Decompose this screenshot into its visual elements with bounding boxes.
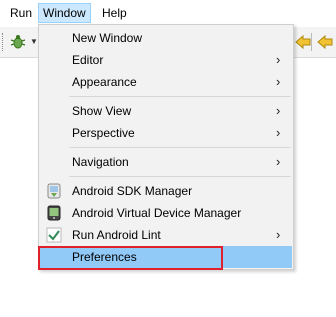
menu-item-run-android-lint[interactable]: Run Android Lint › bbox=[40, 224, 292, 246]
android-avd-icon bbox=[47, 205, 61, 221]
menu-item-android-sdk-manager[interactable]: Android SDK Manager bbox=[40, 180, 292, 202]
preferences-callout-box bbox=[38, 246, 223, 270]
toolbar-grip bbox=[2, 33, 5, 51]
back-arrow-icon[interactable] bbox=[294, 34, 312, 50]
menu-item-label: Show View bbox=[72, 104, 132, 118]
submenu-arrow-icon: › bbox=[276, 52, 281, 67]
menu-item-label: Android Virtual Device Manager bbox=[72, 206, 242, 220]
menu-separator bbox=[69, 176, 291, 177]
menu-run[interactable]: Run bbox=[6, 4, 36, 22]
window-menu-dropdown: New Window Editor › Appearance › Show Vi… bbox=[38, 24, 294, 270]
forward-arrow-icon[interactable] bbox=[316, 34, 334, 50]
submenu-arrow-icon: › bbox=[276, 227, 281, 242]
menu-item-label: Appearance bbox=[72, 75, 137, 89]
menu-item-label: Perspective bbox=[72, 126, 135, 140]
menu-item-appearance[interactable]: Appearance › bbox=[40, 71, 292, 93]
submenu-arrow-icon: › bbox=[276, 103, 281, 118]
menu-help[interactable]: Help bbox=[98, 4, 131, 22]
toolbar-divider bbox=[311, 33, 312, 51]
menu-item-label: New Window bbox=[72, 31, 143, 45]
menu-item-label: Run Android Lint bbox=[72, 228, 161, 242]
menu-item-android-avd-manager[interactable]: Android Virtual Device Manager bbox=[40, 202, 292, 224]
menu-bar: Run Window Help bbox=[0, 0, 336, 24]
dropdown-arrow-icon[interactable]: ▼ bbox=[30, 37, 38, 46]
menu-item-label: Editor bbox=[72, 53, 104, 67]
menu-item-navigation[interactable]: Navigation › bbox=[40, 151, 292, 173]
menu-item-perspective[interactable]: Perspective › bbox=[40, 122, 292, 144]
submenu-arrow-icon: › bbox=[276, 74, 281, 89]
menu-window[interactable]: Window bbox=[38, 3, 91, 23]
submenu-arrow-icon: › bbox=[276, 154, 281, 169]
android-sdk-icon bbox=[47, 183, 61, 199]
menu-item-label: Android SDK Manager bbox=[72, 184, 193, 198]
submenu-arrow-icon: › bbox=[276, 125, 281, 140]
menu-item-label: Navigation bbox=[72, 155, 129, 169]
menu-item-show-view[interactable]: Show View › bbox=[40, 100, 292, 122]
menu-item-editor[interactable]: Editor › bbox=[40, 49, 292, 71]
menu-separator bbox=[69, 96, 291, 97]
menu-separator bbox=[69, 147, 291, 148]
checkmark-icon bbox=[46, 227, 62, 243]
debug-bug-icon[interactable] bbox=[9, 33, 27, 51]
menu-item-new-window[interactable]: New Window bbox=[40, 27, 292, 49]
